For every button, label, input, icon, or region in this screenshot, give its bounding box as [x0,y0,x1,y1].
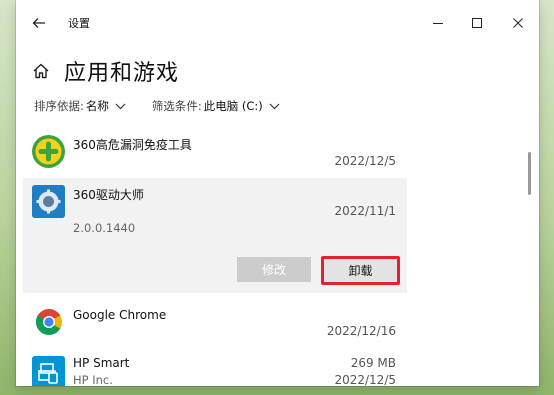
close-button[interactable] [505,10,531,36]
app-name: 360驱动大师 [73,188,144,202]
scrollbar-thumb[interactable] [528,152,531,195]
app-date: 2022/12/5 [334,373,396,386]
list-item[interactable]: 360高危漏洞免疫工具 2022/12/5 [23,128,407,176]
page-title: 应用和游戏 [64,61,180,86]
filter-dropdown[interactable]: 此电脑 (C:) [204,98,263,114]
app-size: 269 MB [350,356,396,370]
shield-plus-icon [32,135,65,168]
app-date: 2022/12/16 [326,324,396,338]
back-button[interactable] [26,10,52,36]
close-icon [513,18,523,28]
app-name: HP Smart [73,356,130,370]
app-name: Google Chrome [73,308,167,322]
app-name: 360高危漏洞免疫工具 [73,138,192,152]
sort-label: 排序依据: [34,99,84,113]
app-list: 360高危漏洞免疫工具 2022/12/5 360驱动大师 2022/11/1 … [23,128,407,386]
modify-button[interactable]: 修改 [237,257,311,282]
filter-bar: 排序依据: 名称 筛选条件: 此电脑 (C:) [34,98,306,114]
page-header: 应用和游戏 [30,56,179,86]
driver-master-icon [32,185,65,218]
title-bar: 设置 [16,0,539,46]
settings-window: 设置 应用和游戏 排序依据: 名称 筛选条件: 此电脑 (C:) 360高危漏洞… [16,0,539,386]
hp-smart-icon [32,356,65,386]
back-arrow-icon [32,18,45,28]
app-publisher: HP Inc. [73,373,113,386]
app-date: 2022/11/1 [334,204,396,218]
minimize-button[interactable] [425,10,451,36]
filter-label: 筛选条件: [151,99,202,113]
app-date: 2022/12/5 [334,154,396,168]
uninstall-button[interactable]: 卸载 [321,256,400,285]
app-version: 2.0.0.1440 [73,221,136,235]
maximize-icon [472,18,482,28]
home-icon[interactable] [30,60,52,82]
window-title: 设置 [68,17,90,30]
list-item[interactable]: HP Smart 269 MB HP Inc. 2022/12/5 [23,348,407,386]
list-item-expanded[interactable]: 360驱动大师 2022/11/1 2.0.0.1440 修改 卸载 [23,178,407,293]
chevron-down-icon[interactable] [269,103,280,110]
list-item[interactable]: Google Chrome 2022/12/16 [23,298,407,348]
chrome-icon [32,305,65,338]
sort-dropdown[interactable]: 名称 [86,98,109,114]
chevron-down-icon[interactable] [115,103,126,110]
maximize-button[interactable] [464,10,490,36]
minimize-icon [433,23,443,24]
